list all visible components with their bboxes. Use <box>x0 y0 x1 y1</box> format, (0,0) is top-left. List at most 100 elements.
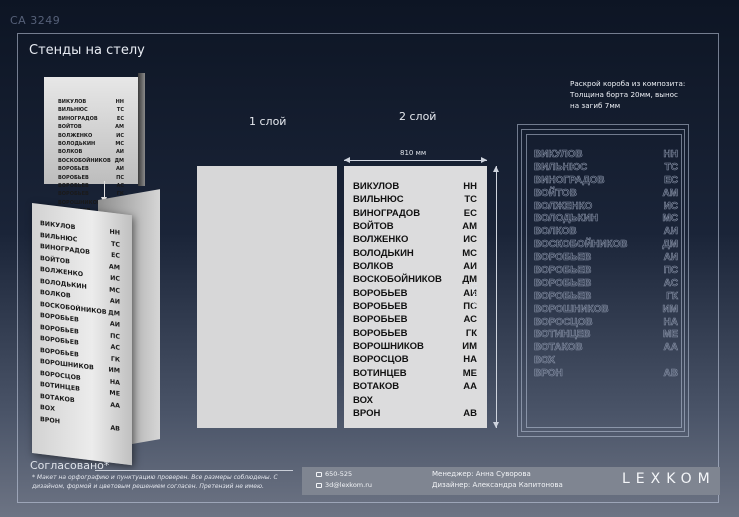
outline-row: ВОЛЖЕНКО ИС <box>534 200 679 214</box>
outline-row: ВОРОШНИКОВ ИМ <box>534 303 679 317</box>
name-name: ВОЛЖЕНКО <box>353 234 409 246</box>
email-icon <box>316 482 322 488</box>
outline-row: ВОСКОБОЙНИКОВ ДМ <box>534 239 679 252</box>
name-name: ВОЛОДЬКИН <box>353 247 414 259</box>
preview-book-name: ВРОН <box>40 415 61 425</box>
preview-top-code: МС <box>115 141 124 148</box>
name-row: ВОЛОДЬКИН МС <box>353 247 477 260</box>
phone-icon <box>316 471 322 477</box>
name-name: ВОРОБЬЕВ <box>353 327 408 339</box>
name-name: ВОСКОБОЙНИКОВ <box>353 274 442 286</box>
outline-row: ВОТАКОВ АА <box>534 342 679 355</box>
name-row: ВОСКОБОЙНИКОВ ДМ <box>353 273 477 286</box>
name-name: ВОРОШНИКОВ <box>353 341 424 353</box>
outline-name: ВОЙТОВ <box>534 187 577 199</box>
name-code: АА <box>463 381 477 393</box>
outline-code: ГК <box>666 290 678 302</box>
outline-row: ВРОН АВ <box>534 368 679 381</box>
outline-row: ВИКУЛОВ НН <box>534 149 679 162</box>
preview-top-code: АИ <box>115 166 124 173</box>
preview-top-code: ПС <box>116 174 124 181</box>
composite-note: Раскрой короба из композита: Толщина бор… <box>570 79 686 110</box>
width-dimension-line <box>344 157 487 163</box>
name-code: МС <box>462 247 477 259</box>
name-row: ВОЛКОВ АИ <box>353 260 477 273</box>
outline-name: ВИЛЬНЮС <box>534 161 588 174</box>
name-name: ВОРОБЬЕВ <box>353 314 408 326</box>
name-row: ВОРОБЬЕВ АИ <box>353 287 477 300</box>
outline-name: ВОРОБЬЕВ <box>534 252 592 264</box>
preview-top-row: ВИКУЛОВ НН <box>58 98 124 106</box>
outline-row: ВОРОСЦОВ НА <box>534 316 679 330</box>
outline-row: ВОТИНЦЕВ МЕ <box>534 329 679 342</box>
name-code: ЕС <box>463 207 477 219</box>
height-dimension-label: 1500мм <box>470 282 478 311</box>
name-code: ИС <box>463 234 477 246</box>
outline-name: ВОХ <box>534 355 556 367</box>
outline-name: ВОРОШНИКОВ <box>534 303 609 315</box>
outline-name: ВИКУЛОВ <box>534 149 583 161</box>
outline-code: ТС <box>664 161 678 174</box>
names-list: ВИКУЛОВ НН ВИЛЬНЮС ТС ВИНОГРАДОВ ЕС ВОЙТОВ АМ ВО… <box>353 180 477 420</box>
outline-row: ВОРОБЬЕВ ГК <box>534 290 679 304</box>
name-code: ГК <box>465 327 477 339</box>
outline-code: ПС <box>663 265 678 277</box>
name-name: ВОРОБЬЕВ <box>353 301 408 313</box>
name-row: ВОХ <box>353 394 477 407</box>
outline-code: ЕС <box>664 174 679 186</box>
outline-row: ВИЛЬНЮС ТС <box>534 161 679 175</box>
preview-top-name: ВОЛОДЬКИН <box>58 141 96 148</box>
name-row: ВОРОСЦОВ НА <box>353 353 477 366</box>
name-name: ВОРОСЦОВ <box>353 354 409 366</box>
outline-name: ВОТИНЦЕВ <box>534 329 591 341</box>
email-text: 3d@lexkom.ru <box>325 481 372 489</box>
outline-name: ВОРОСЦОВ <box>534 316 593 328</box>
preview-top-code: АМ <box>115 124 124 131</box>
outline-code: НН <box>663 149 678 161</box>
preview-top-name: ВОРОБЬЕВ <box>58 166 89 173</box>
outline-code: МС <box>662 213 678 225</box>
height-dimension-line <box>493 166 499 428</box>
preview-top-code: АС <box>116 183 124 190</box>
outline-name: ВОЛЖЕНКО <box>534 200 593 212</box>
panel-layer1 <box>197 166 337 428</box>
email-contact: 3d@lexkom.ru <box>316 481 372 489</box>
name-row: ВРОН АВ <box>353 407 477 420</box>
name-name: ВОТАКОВ <box>353 381 400 393</box>
sheet-title: Стенды на стелу <box>29 43 145 58</box>
preview-top-name: ВОЛКОВ <box>58 149 83 156</box>
preview-top-row: ВОЛЖЕНКО ИС <box>58 132 124 140</box>
preview-book-text: ВИКУЛОВ НН ВИЛЬНЮС ТС ВИНОГРАДОВ ЕС ВОЙТОВ АМ ВО… <box>40 218 120 435</box>
preview-stand-side <box>138 73 145 186</box>
preview-top-name: ВОРОБЬЕВ <box>58 183 89 190</box>
outline-code: АС <box>663 277 678 290</box>
preview-top-name: ВОЛЖЕНКО <box>58 132 93 139</box>
preview-top-code: ДМ <box>114 157 124 164</box>
name-code: НА <box>463 354 477 366</box>
name-name: ВИНОГРАДОВ <box>353 207 421 219</box>
outline-code: АВ <box>663 368 678 380</box>
name-code: АВ <box>463 407 477 419</box>
outline-code: МЕ <box>663 329 679 341</box>
name-name: ВОЛКОВ <box>353 261 394 273</box>
name-code: ИМ <box>462 341 477 353</box>
outline-code: АИ <box>663 226 678 238</box>
name-code: ТС <box>464 194 477 206</box>
name-code: АИ <box>463 261 477 273</box>
layer2-label: 2 слой <box>399 110 437 123</box>
name-row: ВИЛЬНЮС ТС <box>353 193 477 206</box>
width-dimension-label: 810 мм <box>400 149 427 157</box>
name-code: АМ <box>462 221 477 233</box>
designer-text: Дизайнер: Александра Капитонова <box>432 481 563 489</box>
name-code: АС <box>463 314 478 326</box>
preview-top-row: ВОЛКОВ АИ <box>58 148 124 156</box>
outline-code: ИМ <box>662 303 678 315</box>
layer1-label: 1 слой <box>249 115 287 128</box>
preview-top-row: ВОСКОБОЙНИКОВ ДМ <box>58 157 124 165</box>
outline-code: АИ <box>663 252 678 264</box>
name-name: ВРОН <box>353 407 381 419</box>
preview-top-name: ВИКУЛОВ <box>58 99 87 105</box>
name-name: ВОРОБЬЕВ <box>353 287 408 299</box>
name-row: ВОРОШНИКОВ ИМ <box>353 340 477 353</box>
outline-row: ВИНОГРАДОВ ЕС <box>534 174 679 188</box>
